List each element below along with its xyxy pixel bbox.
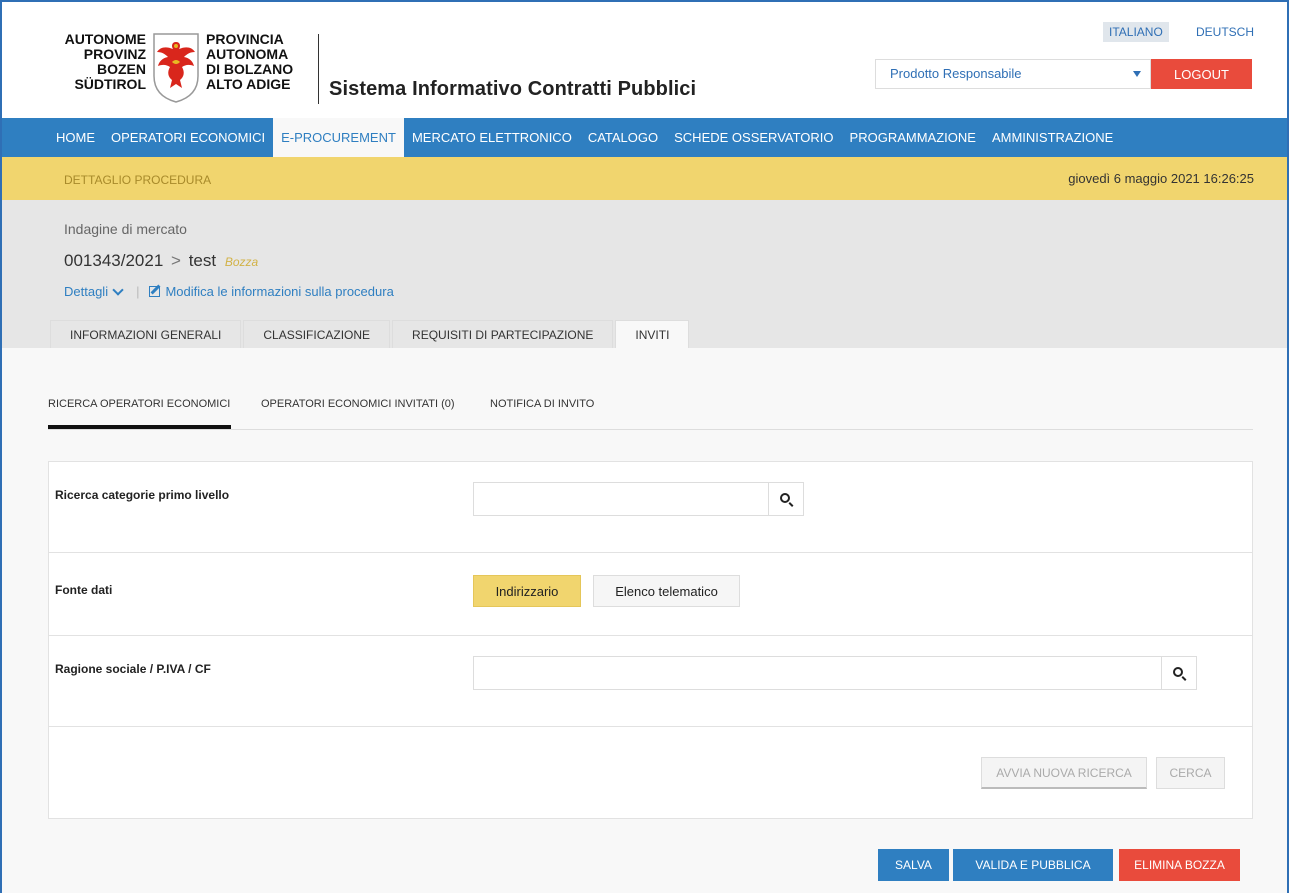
category-search-button[interactable] xyxy=(768,482,804,516)
procedure-header: Indagine di mercato 001343/2021 > test B… xyxy=(2,200,1287,348)
logo-divider xyxy=(318,34,319,104)
search-button[interactable]: CERCA xyxy=(1156,757,1225,789)
procedure-links: Dettagli | Modifica le informazioni sull… xyxy=(64,283,394,299)
page-subbar: DETTAGLIO PROCEDURA giovedì 6 maggio 202… xyxy=(2,157,1287,200)
status-badge: Bozza xyxy=(224,255,259,269)
save-button[interactable]: SALVA xyxy=(878,849,949,881)
search-actions-row: AVVIA NUOVA RICERCA CERCA xyxy=(49,727,1252,819)
nav-schede-osservatorio[interactable]: SCHEDE OSSERVATORIO xyxy=(666,118,841,157)
procedure-tabs: INFORMAZIONI GENERALI CLASSIFICAZIONE RE… xyxy=(50,320,691,348)
data-source-label: Fonte dati xyxy=(55,583,113,597)
procedure-type: Indagine di mercato xyxy=(64,221,187,237)
nav-mercato-elettronico[interactable]: MERCATO ELETTRONICO xyxy=(404,118,580,157)
nav-home[interactable]: HOME xyxy=(48,118,103,157)
subtab-ricerca-operatori[interactable]: RICERCA OPERATORI ECONOMICI xyxy=(48,398,230,410)
eagle-coat-of-arms-icon xyxy=(153,33,199,103)
header: AUTONOME PROVINZ BOZEN SÜDTIROL PROVINCI… xyxy=(2,2,1287,118)
nav-amministrazione[interactable]: AMMINISTRAZIONE xyxy=(984,118,1121,157)
breadcrumb-separator: > xyxy=(171,251,181,270)
role-select-value: Prodotto Responsabile xyxy=(890,66,1022,81)
current-datetime: giovedì 6 maggio 2021 16:26:25 xyxy=(1068,171,1254,186)
tab-classificazione[interactable]: CLASSIFICAZIONE xyxy=(243,320,391,348)
logo: AUTONOME PROVINZ BOZEN SÜDTIROL PROVINCI… xyxy=(50,32,304,108)
category-search-input[interactable] xyxy=(473,482,769,516)
logo-text-italian: PROVINCIA AUTONOMA DI BOLZANO ALTO ADIGE xyxy=(206,31,294,92)
company-search-row: Ragione sociale / P.IVA / CF xyxy=(49,636,1252,727)
role-select[interactable]: Prodotto Responsabile xyxy=(875,59,1151,89)
page-title: DETTAGLIO PROCEDURA xyxy=(64,173,212,187)
tab-requisiti-partecipazione[interactable]: REQUISITI DI PARTECIPAZIONE xyxy=(392,320,614,348)
app-window: AUTONOME PROVINZ BOZEN SÜDTIROL PROVINCI… xyxy=(0,0,1289,893)
search-panel: Ricerca categorie primo livello Fonte da… xyxy=(48,461,1253,819)
source-elenco-telematico-button[interactable]: Elenco telematico xyxy=(593,575,740,607)
company-search-button[interactable] xyxy=(1161,656,1197,690)
links-divider: | xyxy=(136,284,140,299)
subtab-notifica-invito[interactable]: NOTIFICA DI INVITO xyxy=(490,398,594,410)
main-content: RICERCA OPERATORI ECONOMICI OPERATORI EC… xyxy=(2,348,1287,893)
details-link-label: Dettagli xyxy=(64,284,109,299)
edit-procedure-label: Modifica le informazioni sulla procedura xyxy=(165,284,394,299)
active-subtab-indicator xyxy=(48,425,231,429)
category-search-label: Ricerca categorie primo livello xyxy=(55,488,230,502)
logo-text-german: AUTONOME PROVINZ BOZEN SÜDTIROL xyxy=(64,31,146,92)
logout-button[interactable]: LOGOUT xyxy=(1151,59,1252,89)
caret-down-icon xyxy=(1133,71,1141,77)
edit-procedure-link[interactable]: Modifica le informazioni sulla procedura xyxy=(149,284,394,299)
source-indirizzario-button[interactable]: Indirizzario xyxy=(473,575,581,607)
company-search-input[interactable] xyxy=(473,656,1163,690)
nav-catalogo[interactable]: CATALOGO xyxy=(580,118,666,157)
nav-e-procurement[interactable]: E-PROCUREMENT xyxy=(273,118,404,157)
procedure-identifier: 001343/2021 > test Bozza xyxy=(64,251,258,271)
tab-informazioni-generali[interactable]: INFORMAZIONI GENERALI xyxy=(50,320,242,348)
invite-subtabs: RICERCA OPERATORI ECONOMICI OPERATORI EC… xyxy=(48,348,1253,430)
new-search-button[interactable]: AVVIA NUOVA RICERCA xyxy=(981,757,1147,789)
procedure-name: test xyxy=(188,251,217,270)
app-title: Sistema Informativo Contratti Pubblici xyxy=(329,78,697,100)
delete-draft-button[interactable]: ELIMINA BOZZA xyxy=(1119,849,1240,881)
company-search-input-field[interactable] xyxy=(474,657,1162,689)
company-search-label: Ragione sociale / P.IVA / CF xyxy=(55,662,211,676)
validate-publish-button[interactable]: VALIDA E PUBBLICA xyxy=(953,849,1113,881)
procedure-id: 001343/2021 xyxy=(64,251,164,270)
category-search-row: Ricerca categorie primo livello xyxy=(49,462,1252,553)
subtab-operatori-invitati[interactable]: OPERATORI ECONOMICI INVITATI (0) xyxy=(261,398,455,410)
category-search-input-field[interactable] xyxy=(474,483,768,515)
language-german-link[interactable]: DEUTSCH xyxy=(1190,22,1260,42)
data-source-row: Fonte dati Indirizzario Elenco telematic… xyxy=(49,553,1252,636)
search-icon xyxy=(1172,666,1183,677)
edit-icon xyxy=(149,286,161,297)
search-icon xyxy=(779,492,790,503)
main-nav: HOME OPERATORI ECONOMICI E-PROCUREMENT M… xyxy=(2,118,1287,157)
nav-programmazione[interactable]: PROGRAMMAZIONE xyxy=(842,118,984,157)
language-italian-link[interactable]: ITALIANO xyxy=(1103,22,1169,42)
tab-inviti[interactable]: INVITI xyxy=(615,320,690,348)
nav-operatori-economici[interactable]: OPERATORI ECONOMICI xyxy=(103,118,273,157)
chevron-down-icon xyxy=(112,283,124,296)
details-toggle[interactable]: Dettagli xyxy=(64,283,126,299)
